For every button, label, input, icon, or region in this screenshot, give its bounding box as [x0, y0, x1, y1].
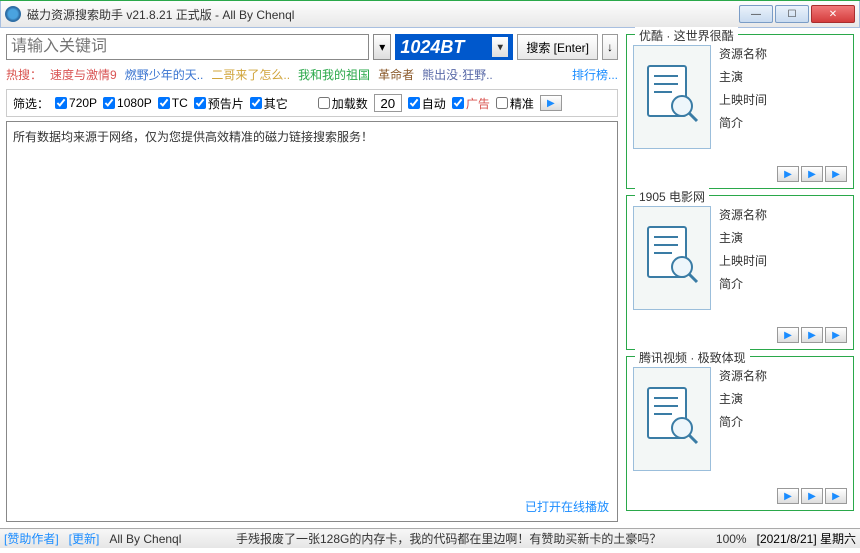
online-play-status: 已打开在线播放: [525, 498, 609, 515]
filter-row: 筛选： 720P 1080P TC 预告片 其它 加载数 自动 广告 精准 ▶: [6, 89, 618, 117]
minimize-button[interactable]: —: [739, 5, 773, 23]
update-link[interactable]: [更新]: [69, 530, 100, 547]
resource-intro: 简介: [719, 275, 767, 292]
resource-name: 资源名称: [719, 206, 767, 223]
author-label: All By Chenql: [109, 532, 181, 546]
hot-link[interactable]: 速度与激情9: [50, 66, 117, 83]
hot-label: 热搜：: [6, 66, 42, 83]
search-input[interactable]: [6, 34, 369, 60]
thumbnail-placeholder: [633, 206, 711, 310]
statusbar: [赞助作者] [更新] All By Chenql 手残报废了一张128G的内存…: [0, 528, 860, 548]
video-source-card: 优酷 · 这世界很酷资源名称主演上映时间简介▶▶▶: [626, 34, 854, 189]
down-arrow-icon: ↓: [607, 40, 613, 54]
hot-link[interactable]: 我和我的祖国: [298, 66, 370, 83]
filter-720p[interactable]: 720P: [55, 96, 97, 110]
progress-bar: [0, 0, 860, 1]
resource-date: 上映时间: [719, 252, 767, 269]
source-select[interactable]: 1024BT ▾: [395, 34, 513, 60]
resource-actor: 主演: [719, 390, 767, 407]
play-icon[interactable]: ▶: [540, 95, 562, 111]
sponsor-link[interactable]: [赞助作者]: [4, 530, 59, 547]
resource-actor: 主演: [719, 229, 767, 246]
card-title: 1905 电影网: [635, 188, 709, 205]
hot-search-row: 热搜： 速度与激情9 燃野少年的天.. 二哥来了怎么.. 我和我的祖国 革命者 …: [6, 64, 618, 85]
play-button[interactable]: ▶: [801, 166, 823, 182]
maximize-button[interactable]: ☐: [775, 5, 809, 23]
play-button[interactable]: ▶: [777, 166, 799, 182]
play-button[interactable]: ▶: [777, 327, 799, 343]
filter-ads[interactable]: 广告: [452, 95, 490, 112]
resource-actor: 主演: [719, 68, 767, 85]
play-button[interactable]: ▶: [825, 327, 847, 343]
chevron-down-icon: ▾: [492, 37, 508, 57]
hot-link[interactable]: 熊出没·狂野..: [422, 66, 493, 83]
app-icon: [5, 6, 21, 22]
hot-link[interactable]: 二哥来了怎么..: [211, 66, 290, 83]
filter-1080p[interactable]: 1080P: [103, 96, 152, 110]
thumbnail-placeholder: [633, 367, 711, 471]
search-row: ▾ 1024BT ▾ 搜索 [Enter] ↓: [6, 34, 618, 60]
card-title: 腾讯视频 · 极致体现: [635, 349, 750, 366]
resource-date: 上映时间: [719, 91, 767, 108]
filter-precise[interactable]: 精准: [496, 95, 534, 112]
status-date: [2021/8/21] 星期六: [757, 530, 856, 547]
status-message: 手残报废了一张128G的内存卡，我的代码都在里边啊！有赞助买新卡的土豪吗？: [191, 530, 706, 547]
filter-trailer[interactable]: 预告片: [194, 95, 244, 112]
rank-link[interactable]: 排行榜...: [572, 66, 618, 83]
results-area: 所有数据均来源于网络，仅为您提供高效精准的磁力链接搜索服务！ 已打开在线播放: [6, 121, 618, 522]
play-button[interactable]: ▶: [825, 166, 847, 182]
resource-intro: 简介: [719, 413, 767, 430]
resource-name: 资源名称: [719, 45, 767, 62]
load-count-input[interactable]: [374, 94, 402, 112]
play-button[interactable]: ▶: [777, 488, 799, 504]
hot-link[interactable]: 革命者: [378, 66, 414, 83]
window-title: 磁力资源搜索助手 v21.8.21 正式版 - All By Chenql: [27, 6, 739, 23]
close-button[interactable]: ✕: [811, 5, 855, 23]
titlebar: 磁力资源搜索助手 v21.8.21 正式版 - All By Chenql — …: [0, 0, 860, 28]
card-title: 优酷 · 这世界很酷: [635, 27, 738, 44]
filter-other[interactable]: 其它: [250, 95, 288, 112]
thumbnail-placeholder: [633, 45, 711, 149]
play-button[interactable]: ▶: [801, 327, 823, 343]
progress-percent: 100%: [716, 532, 747, 546]
play-button[interactable]: ▶: [801, 488, 823, 504]
filter-tc[interactable]: TC: [158, 96, 188, 110]
hot-link[interactable]: 燃野少年的天..: [125, 66, 204, 83]
resource-intro: 简介: [719, 114, 767, 131]
search-button[interactable]: 搜索 [Enter]: [517, 34, 598, 60]
filter-label: 筛选：: [13, 95, 49, 112]
more-button[interactable]: ↓: [602, 34, 618, 60]
search-button-label: 搜索 [Enter]: [526, 39, 589, 56]
play-button[interactable]: ▶: [825, 488, 847, 504]
filter-auto[interactable]: 自动: [408, 95, 446, 112]
results-notice: 所有数据均来源于网络，仅为您提供高效精准的磁力链接搜索服务！: [13, 128, 611, 145]
history-dropdown-button[interactable]: ▾: [373, 34, 391, 60]
resource-name: 资源名称: [719, 367, 767, 384]
video-source-card: 1905 电影网资源名称主演上映时间简介▶▶▶: [626, 195, 854, 350]
source-select-label: 1024BT: [400, 37, 464, 58]
filter-loadcount[interactable]: 加载数: [318, 95, 368, 112]
video-source-card: 腾讯视频 · 极致体现资源名称主演简介▶▶▶: [626, 356, 854, 511]
